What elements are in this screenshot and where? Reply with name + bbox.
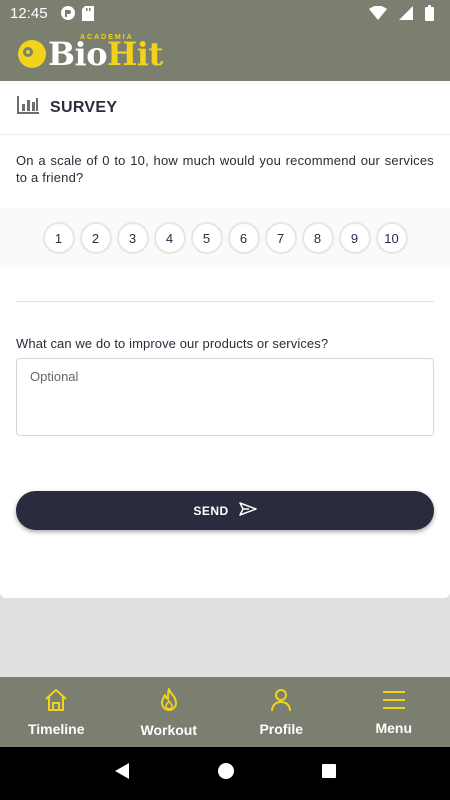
survey-title: SURVEY [50, 98, 118, 116]
divider [16, 301, 434, 302]
menu-icon [381, 689, 407, 716]
logo-subtext: ACADEMIA [80, 33, 134, 41]
rating-10-button[interactable]: 10 [375, 222, 408, 254]
nav-menu[interactable]: Menu [338, 677, 450, 747]
improve-question: What can we do to improve our products o… [16, 336, 329, 351]
survey-header: SURVEY [0, 81, 450, 135]
signal-icon [399, 6, 413, 20]
rating-8-button[interactable]: 8 [301, 222, 334, 254]
bar-chart-icon [16, 95, 40, 120]
system-nav-bar [0, 747, 450, 800]
notification-icon [60, 5, 76, 21]
bottom-nav: Timeline Workout Profile Menu [0, 677, 450, 747]
biohit-logo: ACADEMIA BioHit [18, 34, 163, 73]
app-header: ACADEMIA BioHit [0, 26, 450, 81]
person-icon [269, 688, 293, 717]
nav-profile[interactable]: Profile [225, 677, 338, 747]
rating-5-button[interactable]: 5 [190, 222, 223, 254]
nav-timeline[interactable]: Timeline [0, 677, 113, 747]
rating-2-button[interactable]: 2 [79, 222, 112, 254]
rating-7-button[interactable]: 7 [264, 222, 297, 254]
nav-workout-label: Workout [140, 721, 197, 738]
nav-workout[interactable]: Workout [113, 677, 226, 747]
status-time: 12:45 [10, 4, 48, 22]
rating-1-button[interactable]: 1 [42, 222, 75, 254]
send-button[interactable]: SEND [16, 491, 434, 530]
logo-mark-icon [18, 39, 46, 68]
sd-card-icon [81, 5, 94, 21]
battery-icon [425, 5, 434, 21]
rating-scale: 1 2 3 4 5 6 7 8 9 10 [0, 208, 450, 268]
send-icon [238, 502, 257, 519]
rating-6-button[interactable]: 6 [227, 222, 260, 254]
rating-4-button[interactable]: 4 [153, 222, 186, 254]
nav-menu-label: Menu [375, 719, 413, 736]
wifi-icon [369, 6, 387, 20]
nav-profile-label: Profile [259, 720, 304, 737]
home-icon [43, 688, 69, 717]
logo-text: BioHit [48, 34, 163, 73]
survey-card: SURVEY On a scale of 0 to 10, how much w… [0, 81, 450, 598]
flame-icon [158, 687, 180, 718]
nav-timeline-label: Timeline [27, 720, 85, 737]
status-bar: 12:45 [0, 0, 450, 26]
rating-9-button[interactable]: 9 [338, 222, 371, 254]
recents-icon[interactable] [321, 763, 337, 784]
send-label: SEND [193, 503, 229, 518]
back-icon[interactable] [113, 762, 131, 785]
recommend-question: On a scale of 0 to 10, how much would yo… [16, 153, 434, 185]
rating-3-button[interactable]: 3 [116, 222, 149, 254]
home-circle-icon[interactable] [217, 762, 235, 785]
feedback-input[interactable] [16, 358, 434, 436]
